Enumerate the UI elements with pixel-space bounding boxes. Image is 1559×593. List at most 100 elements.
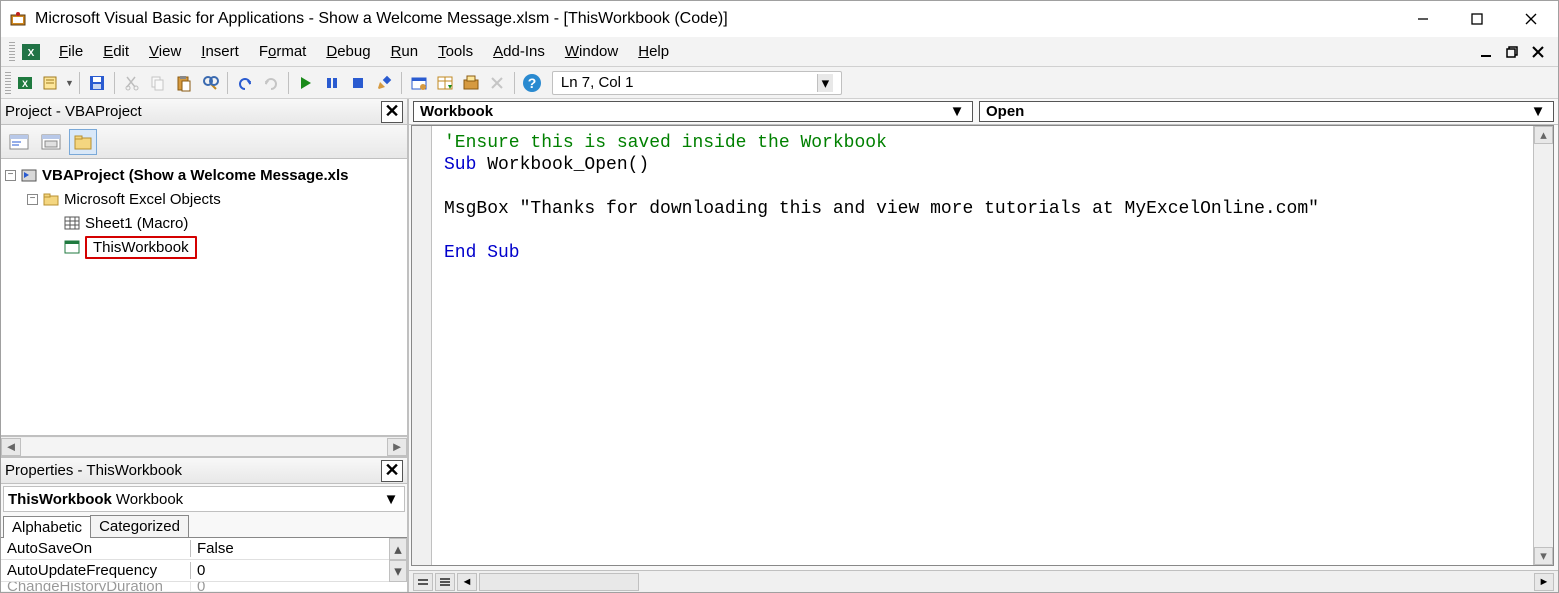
scroll-up-icon[interactable]: ▴ (389, 538, 407, 560)
object-browser-button[interactable] (459, 71, 483, 95)
project-tree[interactable]: − VBAProject (Show a Welcome Message.xls… (1, 159, 407, 436)
scroll-right-icon[interactable]: ► (387, 438, 407, 456)
help-button[interactable]: ? (520, 71, 544, 95)
tree-collapse-icon[interactable]: − (5, 170, 16, 181)
property-row[interactable]: ChangeHistoryDuration 0 (1, 582, 407, 592)
copy-button[interactable] (146, 71, 170, 95)
menu-addins[interactable]: Add-Ins (483, 39, 555, 64)
mdi-restore-button[interactable] (1502, 42, 1522, 62)
save-button[interactable] (85, 71, 109, 95)
tree-folder-row[interactable]: − Microsoft Excel Objects (1, 187, 407, 211)
dropdown-icon[interactable]: ▼ (948, 103, 966, 120)
properties-object-selector[interactable]: ThisWorkbook Workbook ▼ (3, 486, 405, 512)
window-minimize-button[interactable] (1396, 1, 1450, 37)
worksheet-icon (63, 215, 81, 231)
run-button[interactable] (294, 71, 318, 95)
menubar-grip (9, 42, 15, 62)
procedure-dropdown-value: Open (986, 103, 1024, 120)
cut-button[interactable] (120, 71, 144, 95)
menu-file[interactable]: File (49, 39, 93, 64)
scroll-left-icon[interactable]: ◄ (1, 438, 21, 456)
code-content[interactable]: 'Ensure this is saved inside the Workboo… (432, 126, 1533, 565)
toggle-folders-button[interactable] (69, 129, 97, 155)
property-row[interactable]: AutoUpdateFrequency 0 ▾ (1, 560, 407, 582)
procedure-view-button[interactable] (413, 573, 433, 591)
dropdown-icon[interactable]: ▼ (382, 487, 400, 511)
properties-object-name: ThisWorkbook (8, 491, 112, 508)
view-code-button[interactable] (5, 129, 33, 155)
object-dropdown[interactable]: Workbook ▼ (413, 101, 973, 122)
tree-root-row[interactable]: − VBAProject (Show a Welcome Message.xls (1, 163, 407, 187)
project-explorer-close-button[interactable]: ✕ (381, 101, 403, 123)
find-button[interactable] (198, 71, 222, 95)
properties-pane-title: Properties - ThisWorkbook (5, 462, 381, 479)
code-line: MsgBox "Thanks for downloading this and … (444, 199, 1319, 219)
scroll-down-icon[interactable]: ▾ (1534, 547, 1553, 565)
cursor-dropdown-icon[interactable]: ▾ (817, 74, 833, 92)
property-value[interactable]: 0 (191, 582, 407, 592)
scroll-up-icon[interactable]: ▴ (1534, 126, 1553, 144)
toolbar-grip (5, 72, 11, 94)
toolbox-button[interactable] (485, 71, 509, 95)
view-excel-button[interactable]: X (13, 71, 37, 95)
project-explorer-button[interactable] (407, 71, 431, 95)
paste-button[interactable] (172, 71, 196, 95)
property-key: ChangeHistoryDuration (1, 582, 191, 592)
tree-collapse-icon[interactable]: − (27, 194, 38, 205)
scroll-left-icon[interactable]: ◄ (457, 573, 477, 591)
property-key: AutoSaveOn (1, 540, 191, 557)
properties-pane-close-button[interactable]: ✕ (381, 460, 403, 482)
redo-button[interactable] (259, 71, 283, 95)
code-editor[interactable]: 'Ensure this is saved inside the Workboo… (411, 125, 1554, 566)
full-module-view-button[interactable] (435, 573, 455, 591)
menu-tools[interactable]: Tools (428, 39, 483, 64)
view-object-button[interactable] (37, 129, 65, 155)
design-mode-button[interactable] (372, 71, 396, 95)
mdi-close-button[interactable] (1528, 42, 1548, 62)
procedure-dropdown[interactable]: Open ▼ (979, 101, 1554, 122)
excel-app-icon[interactable]: X (19, 40, 43, 64)
dropdown-icon[interactable]: ▼ (1529, 103, 1547, 120)
editor-hscroll-track[interactable] (479, 573, 639, 591)
tab-alphabetic[interactable]: Alphabetic (3, 516, 91, 538)
scroll-down-icon[interactable]: ▾ (389, 560, 407, 582)
reset-button[interactable] (346, 71, 370, 95)
tree-workbook-label: ThisWorkbook (85, 236, 197, 259)
editor-bottom-bar: ◄ ► (409, 570, 1558, 592)
properties-pane: Properties - ThisWorkbook ✕ ThisWorkbook… (1, 456, 407, 592)
code-keyword: End Sub (444, 243, 520, 263)
project-tree-hscroll[interactable]: ◄ ► (1, 436, 407, 456)
menu-bar: X File Edit View Insert Format Debug Run… (1, 37, 1558, 67)
property-value[interactable]: 0 (191, 562, 389, 579)
menu-view[interactable]: View (139, 39, 191, 64)
menu-run[interactable]: Run (381, 39, 429, 64)
insert-module-button[interactable] (39, 71, 63, 95)
menu-insert[interactable]: Insert (191, 39, 249, 64)
window-titlebar: Microsoft Visual Basic for Applications … (1, 1, 1558, 37)
properties-tabs: Alphabetic Categorized (1, 514, 407, 538)
tree-folder-label: Microsoft Excel Objects (64, 191, 221, 208)
mdi-minimize-button[interactable] (1476, 42, 1496, 62)
tree-workbook-row[interactable]: ThisWorkbook (1, 235, 407, 259)
editor-vscroll[interactable]: ▴ ▾ (1533, 126, 1553, 565)
properties-pane-header: Properties - ThisWorkbook ✕ (1, 458, 407, 484)
property-value[interactable]: False (191, 540, 389, 557)
tree-sheet-label: Sheet1 (Macro) (85, 215, 188, 232)
menu-format[interactable]: Format (249, 39, 317, 64)
undo-button[interactable] (233, 71, 257, 95)
tab-categorized[interactable]: Categorized (90, 515, 189, 537)
properties-window-button[interactable] (433, 71, 457, 95)
editor-margin[interactable] (412, 126, 432, 565)
menu-debug[interactable]: Debug (316, 39, 380, 64)
menu-help[interactable]: Help (628, 39, 679, 64)
scroll-right-icon[interactable]: ► (1534, 573, 1554, 591)
tree-sheet-row[interactable]: Sheet1 (Macro) (1, 211, 407, 235)
property-row[interactable]: AutoSaveOn False ▴ (1, 538, 407, 560)
properties-grid[interactable]: AutoSaveOn False ▴ AutoUpdateFrequency 0… (1, 538, 407, 592)
window-maximize-button[interactable] (1450, 1, 1504, 37)
break-button[interactable] (320, 71, 344, 95)
window-close-button[interactable] (1504, 1, 1558, 37)
editor-selector-bar: Workbook ▼ Open ▼ (409, 99, 1558, 125)
menu-window[interactable]: Window (555, 39, 628, 64)
menu-edit[interactable]: Edit (93, 39, 139, 64)
